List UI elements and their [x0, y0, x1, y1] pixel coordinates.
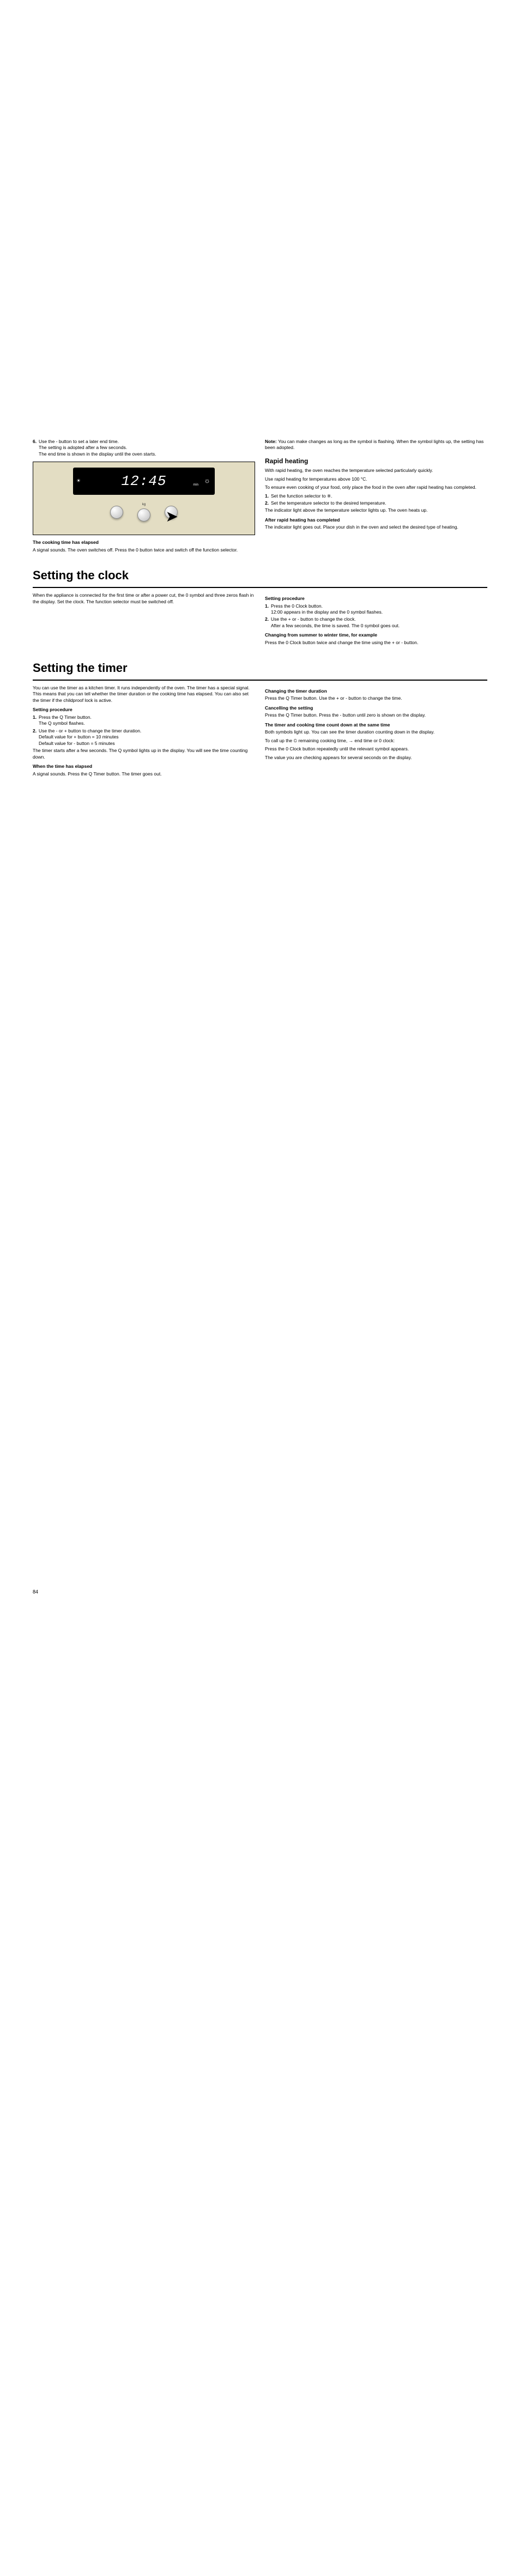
clock-chg-p: Press the 0 Clock button twice and chang… — [265, 640, 487, 646]
timer-both-h: The timer and cooking time count down at… — [265, 722, 487, 728]
note-label: Note: — [265, 439, 278, 444]
clock-s1a: Press the 0 Clock button. — [271, 603, 323, 609]
rapid-s1: Set the function selector to ※. — [271, 493, 487, 499]
knob-group-1 — [110, 505, 123, 519]
knob-1 — [110, 506, 123, 519]
step-text: Use the - button to set a later end time… — [39, 439, 255, 457]
timer-s2a: Use the - or + button to change the time… — [39, 728, 141, 734]
elapsed-heading: The cooking time has elapsed — [33, 540, 255, 545]
clock-left: When the appliance is connected for the … — [33, 592, 255, 648]
timer-step2: 2.Use the - or + button to change the ti… — [33, 728, 255, 747]
clock-s1n: 1. — [265, 603, 271, 616]
timer-chd-p: Press the Q Timer button. Use the + or -… — [265, 695, 487, 701]
top-columns: 6. Use the - button to set a later end t… — [33, 439, 487, 555]
step-number: 6. — [33, 439, 39, 457]
clock-s1b: 12:00 appears in the display and the 0 s… — [271, 609, 383, 615]
right-col: Note: You can make changes as long as th… — [265, 439, 487, 555]
timer-step1: 1.Press the Q Timer button.The Q symbol … — [33, 714, 255, 727]
step6-line3: The end time is shown in the display unt… — [39, 451, 156, 457]
clock-s1-wrap: Press the 0 Clock button.12:00 appears i… — [271, 603, 487, 616]
knob-group-2: kg — [137, 502, 150, 521]
timer-s1-wrap: Press the Q Timer button.The Q symbol fl… — [39, 714, 255, 727]
clock-columns: When the appliance is connected for the … — [33, 592, 487, 648]
timer-columns: You can use the timer as a kitchen timer… — [33, 685, 487, 779]
page-number: 84 — [33, 1589, 38, 1595]
timer-p3: The timer starts after a few seconds. Th… — [33, 748, 255, 760]
clock-s2n: 2. — [265, 616, 271, 629]
rapid-heading: Rapid heating — [265, 457, 487, 465]
timer-s2n: 2. — [33, 728, 39, 747]
rapid-s1n: 1. — [265, 493, 271, 499]
clock-s2b: After a few seconds, the time is saved. … — [271, 623, 400, 628]
rapid-p5: The indicator light goes out. Place your… — [265, 524, 487, 530]
clock-proc-h: Setting procedure — [265, 596, 487, 602]
step-6: 6. Use the - button to set a later end t… — [33, 439, 255, 457]
clock-heading: Setting the clock — [33, 567, 487, 588]
clock-step2: 2.Use the + or - button to change the cl… — [265, 616, 487, 629]
knob-2 — [137, 508, 150, 522]
step6-line2: The setting is adopted after a few secon… — [39, 445, 127, 450]
pointer-arrow-icon: ➤ — [166, 506, 178, 527]
clock-right: Setting procedure 1.Press the 0 Clock bu… — [265, 592, 487, 648]
left-col: 6. Use the - button to set a later end t… — [33, 439, 255, 555]
rapid-h2: After rapid heating has completed — [265, 517, 487, 523]
clock-chg-h: Changing from summer to winter time, for… — [265, 632, 487, 638]
knob-label-2: kg — [137, 502, 150, 507]
timer-both-p2: To call up the ⏲ remaining cooking time,… — [265, 738, 487, 744]
lcd-min: min — [193, 483, 198, 487]
timer-s2c: Default value for - button = 5 minutes — [39, 741, 115, 746]
rapid-p4: The indicator light above the temperatur… — [265, 507, 487, 513]
timer-both-p4: The value you are checking appears for s… — [265, 755, 487, 761]
lcd-icon-right: ☼ — [204, 476, 210, 486]
elapsed-text: A signal sounds. The oven switches off. … — [33, 547, 255, 553]
oven-display-illustration: ☀ 12:45 min ☼ kg ➤ — [33, 462, 255, 535]
timer-s1n: 1. — [33, 714, 39, 727]
clock-s2a: Use the + or - button to change the cloc… — [271, 616, 356, 622]
timer-can-p: Press the Q Timer button. Press the - bu… — [265, 712, 487, 718]
timer-s1a: Press the Q Timer button. — [39, 714, 92, 720]
manual-page: 6. Use the - button to set a later end t… — [0, 0, 520, 2576]
timer-can-h: Cancelling the setting — [265, 705, 487, 711]
lcd-icon-left: ☀ — [76, 477, 81, 484]
timer-both-p3: Press the 0 Clock button repeatedly unti… — [265, 746, 487, 752]
rapid-step2: 2.Set the temperature selector to the de… — [265, 500, 487, 506]
timer-proc-h: Setting procedure — [33, 707, 255, 713]
timer-right: Changing the timer duration Press the Q … — [265, 685, 487, 779]
timer-whe-p: A signal sounds. Press the Q Timer butto… — [33, 771, 255, 777]
rapid-p3: To ensure even cooking of your food, onl… — [265, 484, 487, 490]
step6-line1: Use the - button to set a later end time… — [39, 439, 119, 444]
note-text: You can make changes as long as the symb… — [265, 439, 483, 450]
timer-both-p1: Both symbols light up. You can see the t… — [265, 729, 487, 735]
timer-s1b: The Q symbol flashes. — [39, 720, 85, 726]
lcd-screen: ☀ 12:45 min ☼ — [73, 468, 215, 495]
clock-step1: 1.Press the 0 Clock button.12:00 appears… — [265, 603, 487, 616]
rapid-s2: Set the temperature selector to the desi… — [271, 500, 487, 506]
timer-s2-wrap: Use the - or + button to change the time… — [39, 728, 255, 747]
rapid-p1: With rapid heating, the oven reaches the… — [265, 468, 487, 474]
timer-left: You can use the timer as a kitchen timer… — [33, 685, 255, 779]
timer-intro: You can use the timer as a kitchen timer… — [33, 685, 255, 704]
lcd-time: 12:45 — [121, 472, 166, 491]
timer-s2b: Default value for + button = 10 minutes — [39, 734, 118, 740]
rapid-step1: 1.Set the function selector to ※. — [265, 493, 487, 499]
rapid-p2: Use rapid heating for temperatures above… — [265, 476, 487, 482]
timer-heading: Setting the timer — [33, 660, 487, 681]
clock-intro: When the appliance is connected for the … — [33, 592, 255, 605]
rapid-s2n: 2. — [265, 500, 271, 506]
clock-s2-wrap: Use the + or - button to change the cloc… — [271, 616, 487, 629]
note-para: Note: You can make changes as long as th… — [265, 439, 487, 451]
timer-whe-h: When the time has elapsed — [33, 763, 255, 769]
timer-chd-h: Changing the timer duration — [265, 688, 487, 694]
